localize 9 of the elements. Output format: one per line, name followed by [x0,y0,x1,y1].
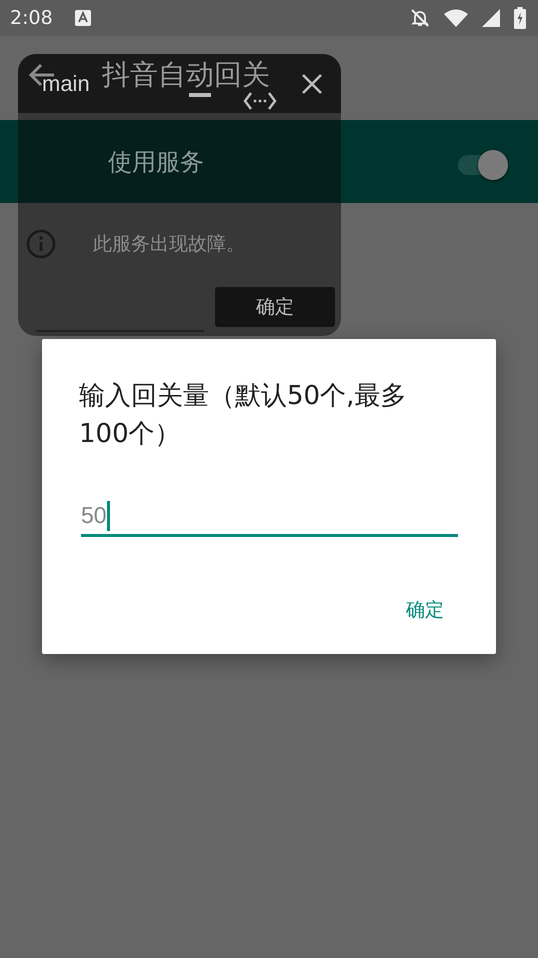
window-title: main [42,70,90,96]
notice-text: 此服务出现故障。 [93,232,245,257]
confirm-button[interactable]: 确定 [402,593,448,627]
switch-label: 使用服务 [108,146,204,178]
dialog-title: 输入回关量（默认50个,最多100个） [79,380,408,451]
confirm-button[interactable]: 确定 [215,287,335,327]
amount-input-field[interactable]: 50 [81,499,458,537]
status-time: 2:08 [10,7,53,29]
app-title: 抖音自动回关 [102,57,270,93]
